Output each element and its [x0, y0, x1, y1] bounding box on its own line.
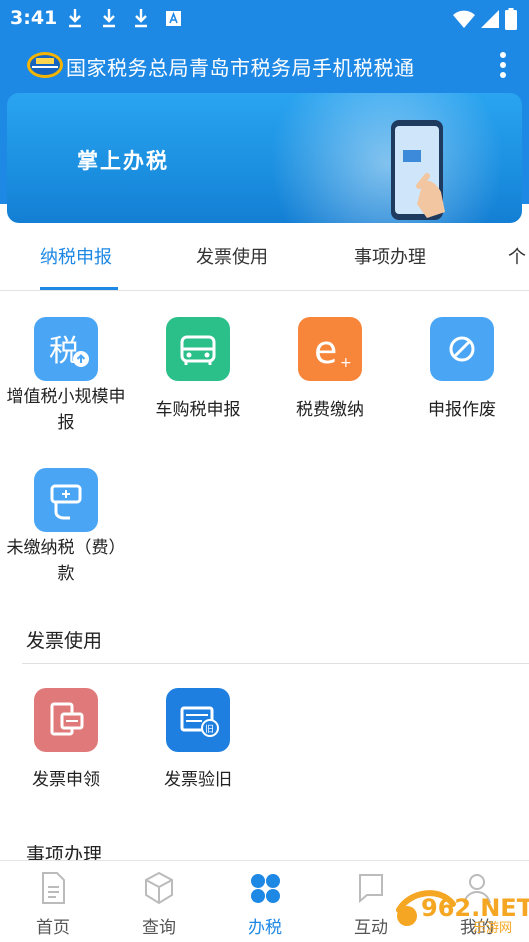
signal-icon [481, 10, 499, 28]
font-app-icon [166, 11, 181, 26]
nav-home[interactable]: 首页 [0, 861, 106, 942]
grid-icon [251, 874, 280, 903]
e-pay-icon: e + [298, 317, 362, 381]
site-watermark: 962.NET 乐游网 [396, 890, 529, 936]
wifi-icon [453, 10, 475, 28]
category-tabs: 纳税申报 发票使用 事项办理 个 [0, 223, 529, 291]
svg-text:+: + [340, 355, 352, 371]
app-title: 国家税务总局青岛市税务局手机税税通 [66, 56, 415, 80]
service-label: 发票申领 [32, 770, 100, 790]
watermark-subtext: 乐游网 [473, 921, 512, 936]
service-label: 申报作废 [428, 400, 496, 420]
service-tax-payment[interactable]: e + 税费缴纳 [264, 317, 396, 427]
banner-text: 掌上办税 [77, 149, 169, 173]
service-car-purchase-tax[interactable]: 车购税申报 [132, 317, 264, 427]
battery-icon [505, 8, 517, 30]
service-label: 税费缴纳 [296, 400, 364, 420]
service-filing-void[interactable]: 申报作废 [396, 317, 528, 427]
tax-upload-icon: 税 [34, 317, 98, 381]
service-label: 车购税申报 [155, 400, 241, 420]
svg-text:e: e [314, 328, 337, 372]
invoice-check-icon: 旧 [166, 688, 230, 752]
car-icon [166, 317, 230, 381]
unpaid-hand-icon [34, 468, 98, 532]
tab-matters[interactable]: 事项办理 [354, 243, 426, 269]
svg-text:税: 税 [49, 334, 79, 369]
tab-invoice-use[interactable]: 发票使用 [196, 243, 268, 269]
banner-glow [227, 93, 522, 223]
nav-label: 首页 [36, 918, 70, 938]
svg-text:旧: 旧 [205, 724, 214, 735]
status-bar: 3:41 [0, 0, 529, 38]
void-icon [430, 317, 494, 381]
tab-personal[interactable]: 个 [508, 243, 526, 269]
watermark-text: 962.NET [421, 894, 529, 922]
nav-label: 查询 [142, 918, 176, 938]
app-logo-icon [27, 52, 63, 78]
service-vat-small-scale[interactable]: 税 增值税小规模申报 [0, 317, 132, 437]
nav-query[interactable]: 查询 [106, 861, 212, 942]
service-unpaid-tax[interactable]: 未缴纳税（费）款 [0, 468, 132, 588]
status-time: 3:41 [10, 7, 58, 29]
tab-indicator [40, 287, 118, 290]
phone-hand-illustration [391, 120, 445, 220]
tab-tax-filing[interactable]: 纳税申报 [40, 243, 112, 269]
document-icon [42, 872, 65, 904]
chat-icon [359, 874, 383, 904]
promo-banner[interactable]: 掌上办税 [7, 93, 522, 223]
cube-icon [145, 871, 173, 905]
nav-label: 办税 [248, 918, 282, 938]
download-icon [69, 9, 81, 28]
service-label: 发票验旧 [164, 770, 232, 790]
app-bar: 国家税务总局青岛市税务局手机税税通 [0, 38, 529, 94]
nav-tax-handling[interactable]: 办税 [212, 861, 318, 942]
download-icon [135, 9, 147, 28]
service-invoice-apply[interactable]: 发票申领 [0, 688, 132, 798]
service-label: 增值税小规模申报 [6, 387, 126, 433]
invoice-apply-icon [34, 688, 98, 752]
divider [22, 663, 529, 664]
section-title-invoice: 发票使用 [26, 630, 103, 652]
more-options-icon[interactable] [499, 52, 507, 78]
service-label: 未缴纳税（费）款 [6, 538, 126, 584]
download-icon [103, 9, 115, 28]
service-invoice-check[interactable]: 旧 发票验旧 [132, 688, 264, 798]
